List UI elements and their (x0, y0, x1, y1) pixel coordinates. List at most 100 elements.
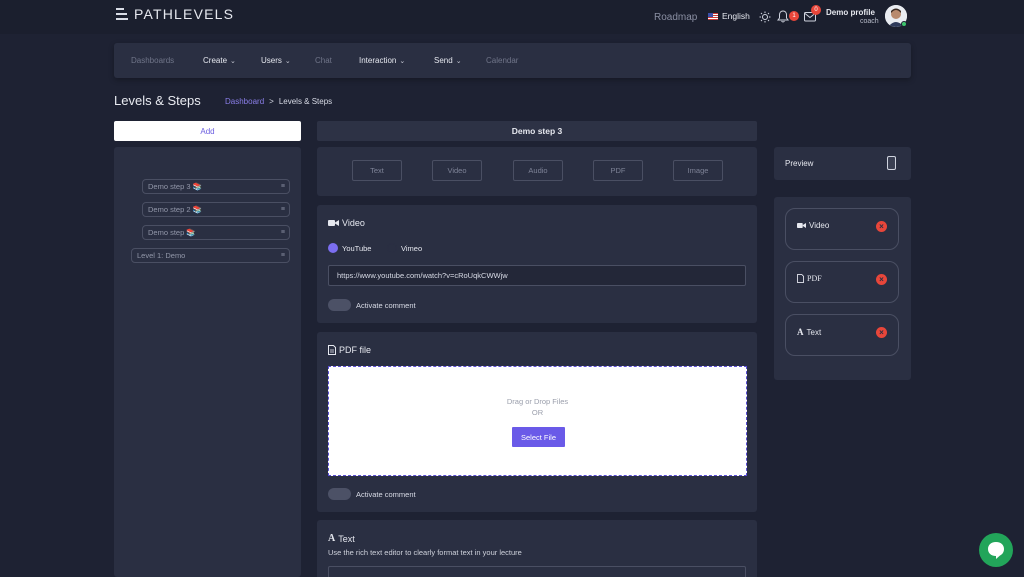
remove-icon[interactable]: × (876, 327, 887, 338)
language-selector[interactable]: English (708, 11, 750, 21)
rich-text-toolbar[interactable] (328, 566, 746, 577)
nav-dashboards-label: Dashboards (131, 56, 175, 65)
nav-dashboards[interactable]: Dashboards (131, 56, 174, 65)
video-camera-icon (797, 223, 806, 228)
chat-launcher[interactable] (979, 533, 1013, 567)
phone-preview-icon[interactable] (887, 156, 896, 170)
nav-send-label: Send (434, 56, 453, 65)
logo[interactable]: PATHLEVELS (116, 6, 234, 22)
content-type-panel: Text Video Audio PDF Image (317, 147, 757, 196)
chevron-down-icon: ⌄ (230, 57, 236, 65)
add-audio-button[interactable]: Audio (513, 160, 563, 181)
breadcrumb-separator: > (269, 97, 274, 106)
tree-item-step[interactable]: Demo step 📚 ≡ (142, 225, 290, 240)
bell-icon[interactable] (777, 10, 789, 23)
pdf-dropzone[interactable]: Drag or Drop Files OR Select File (328, 366, 747, 476)
select-file-button[interactable]: Select File (512, 427, 565, 447)
pdf-file-icon (328, 345, 336, 355)
tree-item-label: Level 1: Demo (137, 251, 186, 260)
drag-handle-icon[interactable]: ≡ (281, 252, 285, 259)
video-comment-label: Activate comment (356, 300, 416, 310)
logo-text: PATHLEVELS (134, 6, 235, 22)
radio-unselected-icon (387, 243, 397, 253)
notifications-badge: 1 (789, 11, 799, 21)
youtube-radio-label: YouTube (342, 243, 372, 253)
component-video[interactable]: Video × (785, 208, 899, 250)
main-navigation: Dashboards Create ⌄ Users ⌄ Chat Interac… (114, 43, 911, 78)
pdf-comment-label: Activate comment (356, 489, 416, 499)
text-card-subtitle: Use the rich text editor to clearly form… (328, 548, 522, 557)
chevron-down-icon: ⌄ (399, 57, 406, 65)
component-label-text: Video (809, 221, 830, 230)
step-title: Demo step 3 (317, 121, 757, 141)
nav-users[interactable]: Users ⌄ (261, 56, 291, 65)
preview-label: Preview (785, 159, 814, 168)
video-card-title: Video (328, 218, 365, 228)
component-pdf[interactable]: PDF × (785, 261, 899, 303)
pdf-comment-toggle[interactable] (328, 488, 351, 500)
messages-badge: 0 (811, 5, 821, 15)
tree-item-level[interactable]: Level 1: Demo ≡ (131, 248, 290, 263)
component-text[interactable]: A Text × (785, 314, 899, 356)
page-title: Levels & Steps (114, 93, 201, 108)
nav-chat[interactable]: Chat (315, 56, 332, 65)
pdf-card: PDF file Drag or Drop Files OR Select Fi… (317, 332, 757, 512)
nav-interaction-label: Interaction (359, 56, 397, 65)
profile-name[interactable]: Demo profile (826, 8, 875, 17)
drag-handle-icon[interactable]: ≡ (281, 183, 285, 190)
online-status-dot (901, 21, 907, 27)
add-image-button[interactable]: Image (673, 160, 723, 181)
nav-calendar-label: Calendar (486, 56, 519, 65)
vimeo-radio-label: Vimeo (401, 243, 423, 253)
chat-bubble-icon (988, 542, 1004, 559)
text-card-title: A Text (328, 533, 355, 544)
breadcrumb-dashboard-link[interactable]: Dashboard (225, 97, 264, 106)
chevron-down-icon: ⌄ (455, 57, 462, 65)
nav-chat-label: Chat (315, 56, 332, 65)
vimeo-radio[interactable]: Vimeo (387, 243, 422, 253)
tree-item-label: Demo step 2 📚 (148, 205, 202, 214)
component-label-text: Text (806, 327, 822, 337)
radio-selected-icon (328, 243, 338, 253)
add-text-button[interactable]: Text (352, 160, 402, 181)
pdf-comment-toggle-row: Activate comment (328, 488, 416, 500)
breadcrumb-current: Levels & Steps (278, 97, 333, 106)
video-camera-icon (328, 220, 339, 226)
add-button[interactable]: Add (114, 121, 301, 141)
add-pdf-button[interactable]: PDF (593, 160, 643, 181)
text-format-icon: A (328, 533, 336, 544)
tree-item-label: Demo step 3 📚 (148, 182, 202, 191)
nav-interaction[interactable]: Interaction ⌄ (359, 56, 405, 65)
pdf-file-icon (797, 274, 804, 283)
remove-icon[interactable]: × (876, 221, 887, 232)
remove-icon[interactable]: × (876, 274, 887, 285)
chevron-down-icon: ⌄ (284, 57, 291, 65)
nav-send[interactable]: Send ⌄ (434, 56, 462, 65)
add-video-button[interactable]: Video (432, 160, 482, 181)
video-comment-toggle[interactable] (328, 299, 351, 311)
video-card-title-text: Video (342, 218, 365, 228)
nav-create[interactable]: Create ⌄ (203, 56, 236, 65)
component-label: A Text (797, 327, 821, 337)
youtube-radio[interactable]: YouTube (328, 243, 371, 253)
text-card: A Text Use the rich text editor to clear… (317, 520, 757, 577)
logo-mark-icon (116, 8, 128, 20)
tree-item-step[interactable]: Demo step 3 📚 ≡ (142, 179, 290, 194)
language-label: English (722, 11, 750, 21)
pdf-card-title-text: PDF file (339, 345, 372, 355)
tree-item-step[interactable]: Demo step 2 📚 ≡ (142, 202, 290, 217)
sun-icon[interactable] (759, 11, 771, 23)
text-card-title-text: Text (338, 533, 355, 544)
profile-role: coach (860, 18, 879, 25)
nav-calendar[interactable]: Calendar (486, 56, 518, 65)
breadcrumb: Dashboard > Levels & Steps (225, 97, 332, 106)
text-format-icon: A (797, 327, 804, 337)
nav-create-label: Create (203, 56, 228, 65)
component-label: PDF (797, 274, 822, 283)
video-url-input[interactable]: https://www.youtube.com/watch?v=cRoUqkCW… (328, 265, 746, 286)
drag-handle-icon[interactable]: ≡ (281, 229, 285, 236)
roadmap-link[interactable]: Roadmap (654, 12, 697, 23)
nav-users-label: Users (261, 56, 282, 65)
drag-handle-icon[interactable]: ≡ (281, 206, 285, 213)
tree-item-label: Demo step 📚 (148, 228, 196, 237)
